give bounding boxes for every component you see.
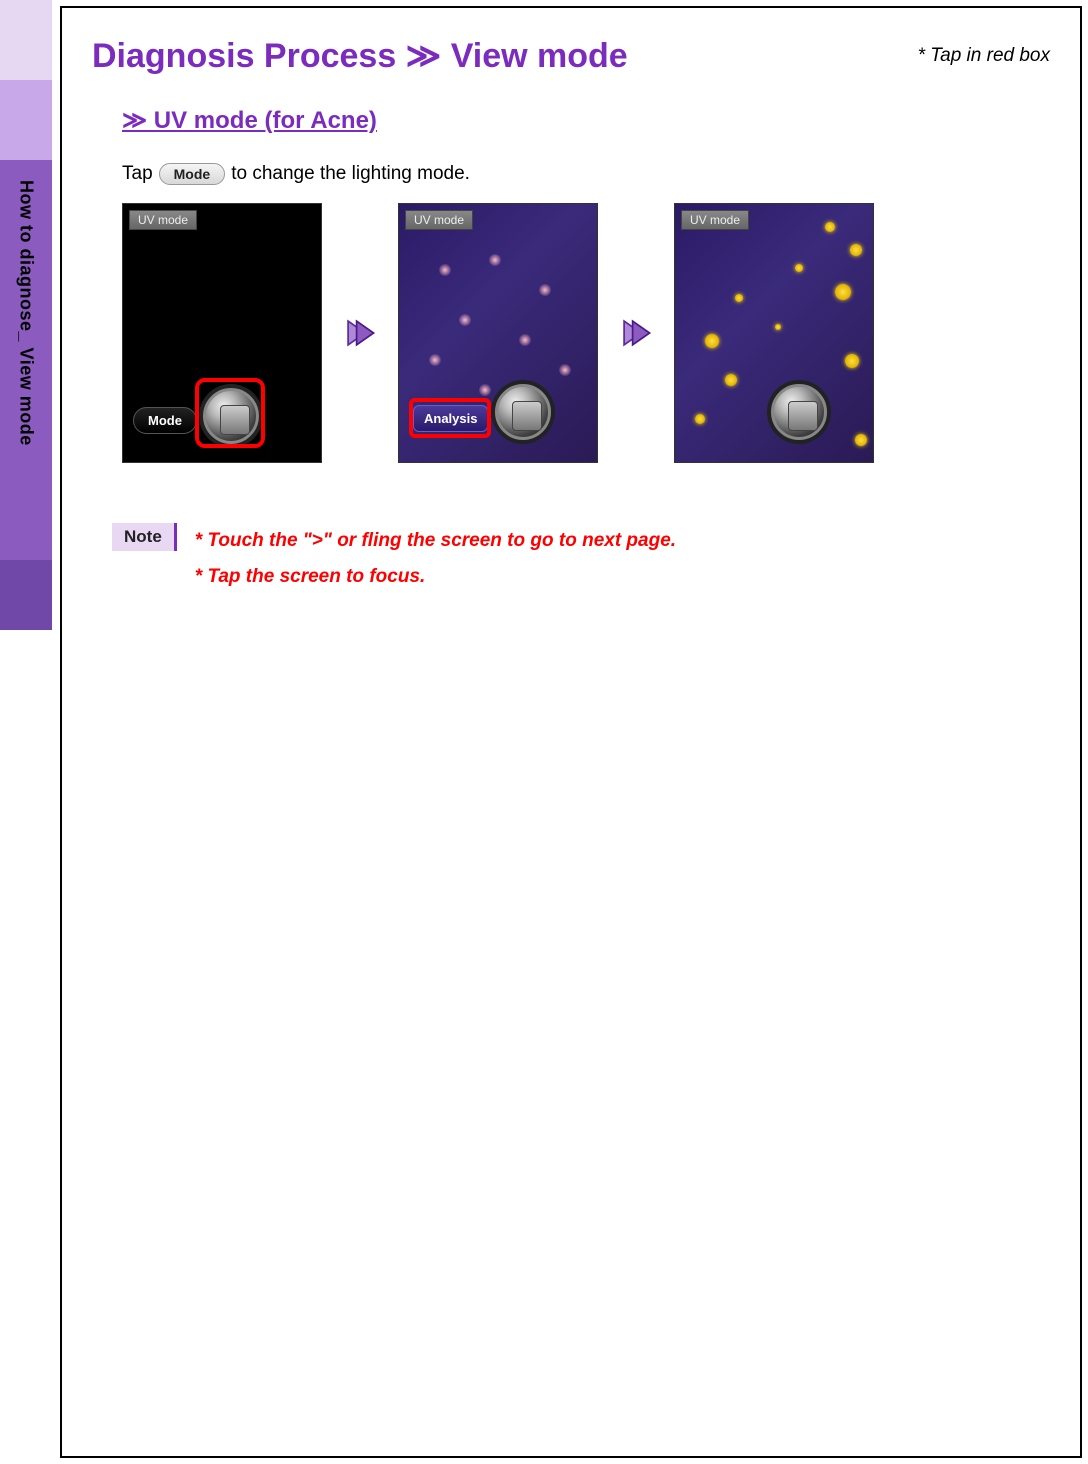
mode-button-example: Mode	[159, 163, 226, 185]
red-highlight-box	[195, 378, 265, 448]
next-arrow-icon	[616, 313, 656, 353]
acne-dot	[459, 314, 471, 326]
acne-mark	[695, 414, 705, 424]
acne-mark	[835, 284, 851, 300]
content-frame: Diagnosis Process ≫ View mode * Tap in r…	[60, 6, 1082, 1458]
acne-mark	[845, 354, 859, 368]
screens-row: UV mode Mode UV mode	[122, 203, 1050, 463]
instruction-pre: Tap	[122, 163, 153, 185]
side-tab-active[interactable]: How to diagnose_ View mode	[0, 160, 52, 560]
acne-mark	[725, 374, 737, 386]
note-text: * Touch the ">" or fling the screen to g…	[195, 523, 676, 595]
side-tabs: How to diagnose_ View mode	[0, 0, 52, 1464]
acne-dot	[539, 284, 551, 296]
page-title: Diagnosis Process ≫ View mode	[92, 36, 628, 76]
red-highlight-box	[409, 398, 491, 438]
header-row: Diagnosis Process ≫ View mode * Tap in r…	[92, 36, 1050, 76]
side-tab-2[interactable]	[0, 80, 52, 160]
note-label: Note	[112, 523, 177, 551]
side-tab-1[interactable]	[0, 0, 52, 80]
mode-button[interactable]: Mode	[133, 407, 197, 434]
acne-dot	[489, 254, 501, 266]
acne-dot	[559, 364, 571, 376]
capture-button[interactable]	[495, 384, 551, 440]
acne-mark	[775, 324, 781, 330]
side-tab-4[interactable]	[0, 560, 52, 630]
next-arrow-icon	[340, 313, 380, 353]
capture-button[interactable]	[771, 384, 827, 440]
note-block: Note * Touch the ">" or fling the screen…	[112, 523, 1050, 595]
acne-dot	[479, 384, 491, 396]
uv-mode-badge: UV mode	[129, 210, 197, 230]
acne-mark	[735, 294, 743, 302]
acne-mark	[850, 244, 862, 256]
note-line: * Touch the ">" or fling the screen to g…	[195, 523, 676, 559]
instruction-line: Tap Mode to change the lighting mode.	[122, 163, 1050, 185]
acne-mark	[825, 222, 835, 232]
uv-mode-badge: UV mode	[681, 210, 749, 230]
section-subtitle: ≫ UV mode (for Acne)	[122, 106, 1050, 135]
acne-dot	[439, 264, 451, 276]
screen-1: UV mode Mode	[122, 203, 322, 463]
uv-mode-badge: UV mode	[405, 210, 473, 230]
manual-page: How to diagnose_ View mode Diagnosis Pro…	[0, 0, 1088, 1464]
acne-dot	[429, 354, 441, 366]
acne-dot	[519, 334, 531, 346]
screen-2: UV mode Analysis	[398, 203, 598, 463]
acne-mark	[855, 434, 867, 446]
acne-mark	[705, 334, 719, 348]
screen-3: UV mode	[674, 203, 874, 463]
acne-mark	[795, 264, 803, 272]
note-line: * Tap the screen to focus.	[195, 559, 676, 595]
header-hint: * Tap in red box	[918, 45, 1050, 67]
side-tab-label: How to diagnose_ View mode	[16, 180, 37, 446]
instruction-post: to change the lighting mode.	[231, 163, 470, 185]
